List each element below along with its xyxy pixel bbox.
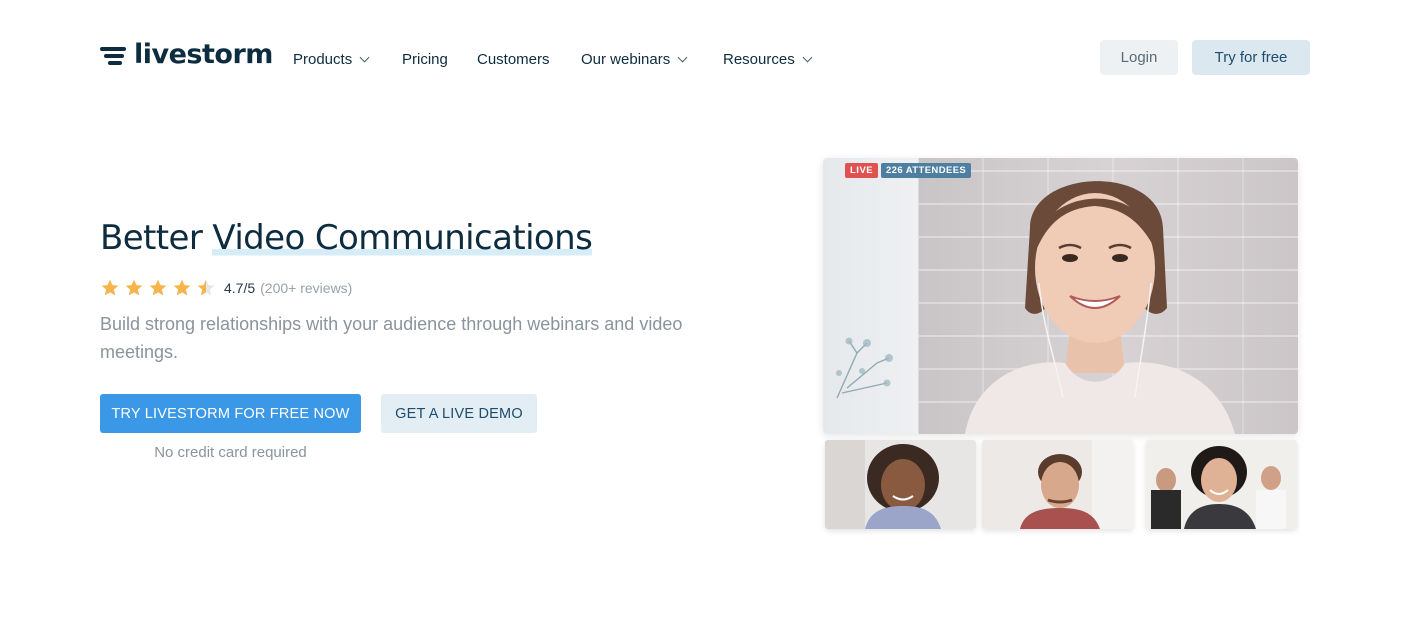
star-icon (149, 279, 167, 296)
star-icon (101, 279, 119, 296)
star-icon (173, 279, 191, 296)
hero-title: Better Video Communications (100, 214, 593, 262)
hero-subtitle: Build strong relationships with your aud… (100, 314, 683, 362)
attendees-badge: 226 ATTENDEES (881, 163, 972, 178)
plant-decoration (836, 337, 893, 399)
nav-item-products[interactable]: Products (293, 50, 370, 68)
hero-title-plain: Better (100, 218, 213, 258)
login-button[interactable]: Login (1100, 40, 1178, 75)
no-credit-card-note: No credit card required (154, 444, 307, 461)
participant-video (825, 440, 976, 529)
half-star-icon (197, 279, 215, 296)
nav-item-our-webinars[interactable]: Our webinars (581, 50, 688, 68)
chevron-down-icon (359, 52, 370, 62)
chevron-down-icon (802, 52, 813, 62)
nav-item-resources[interactable]: Resources (723, 50, 813, 68)
try-livestorm-button[interactable]: TRY LIVESTORM FOR FREE NOW (100, 394, 361, 433)
nav-item-pricing[interactable]: Pricing (402, 51, 448, 68)
live-demo-button[interactable]: GET A LIVE DEMO (381, 394, 537, 433)
star-icon (125, 279, 143, 296)
logo-mark-icon (100, 44, 128, 66)
main-speaker-video (965, 181, 1235, 434)
nav-label: Products (293, 50, 353, 68)
chevron-down-icon (677, 52, 688, 62)
nav-label: Customers (477, 50, 550, 68)
site-header: livestorm Products Pricing Customers Our… (0, 0, 1411, 110)
nav-label: Pricing (402, 50, 448, 68)
hero-title-highlight: Video Communications (212, 218, 593, 258)
rating-stars (100, 278, 216, 298)
logo[interactable]: livestorm (100, 40, 273, 70)
nav-item-customers[interactable]: Customers (477, 51, 550, 68)
participant-thumbnail[interactable] (1146, 440, 1297, 529)
nav-label: Resources (723, 50, 795, 68)
main-video-frame (823, 158, 1298, 434)
participant-thumbnail[interactable] (825, 440, 976, 529)
participant-video (1146, 440, 1297, 529)
rating: 4.7/5 (200+ reviews) (100, 276, 352, 300)
rating-score: 4.7/5 (224, 280, 256, 296)
nav-label: Our webinars (581, 50, 671, 68)
try-for-free-button[interactable]: Try for free (1192, 40, 1310, 75)
participant-video (982, 440, 1133, 529)
rating-reviews: (200+ reviews) (260, 280, 353, 296)
logo-text: livestorm (134, 39, 273, 70)
participant-thumbnail[interactable] (982, 440, 1133, 529)
live-badge: LIVE (845, 163, 879, 178)
